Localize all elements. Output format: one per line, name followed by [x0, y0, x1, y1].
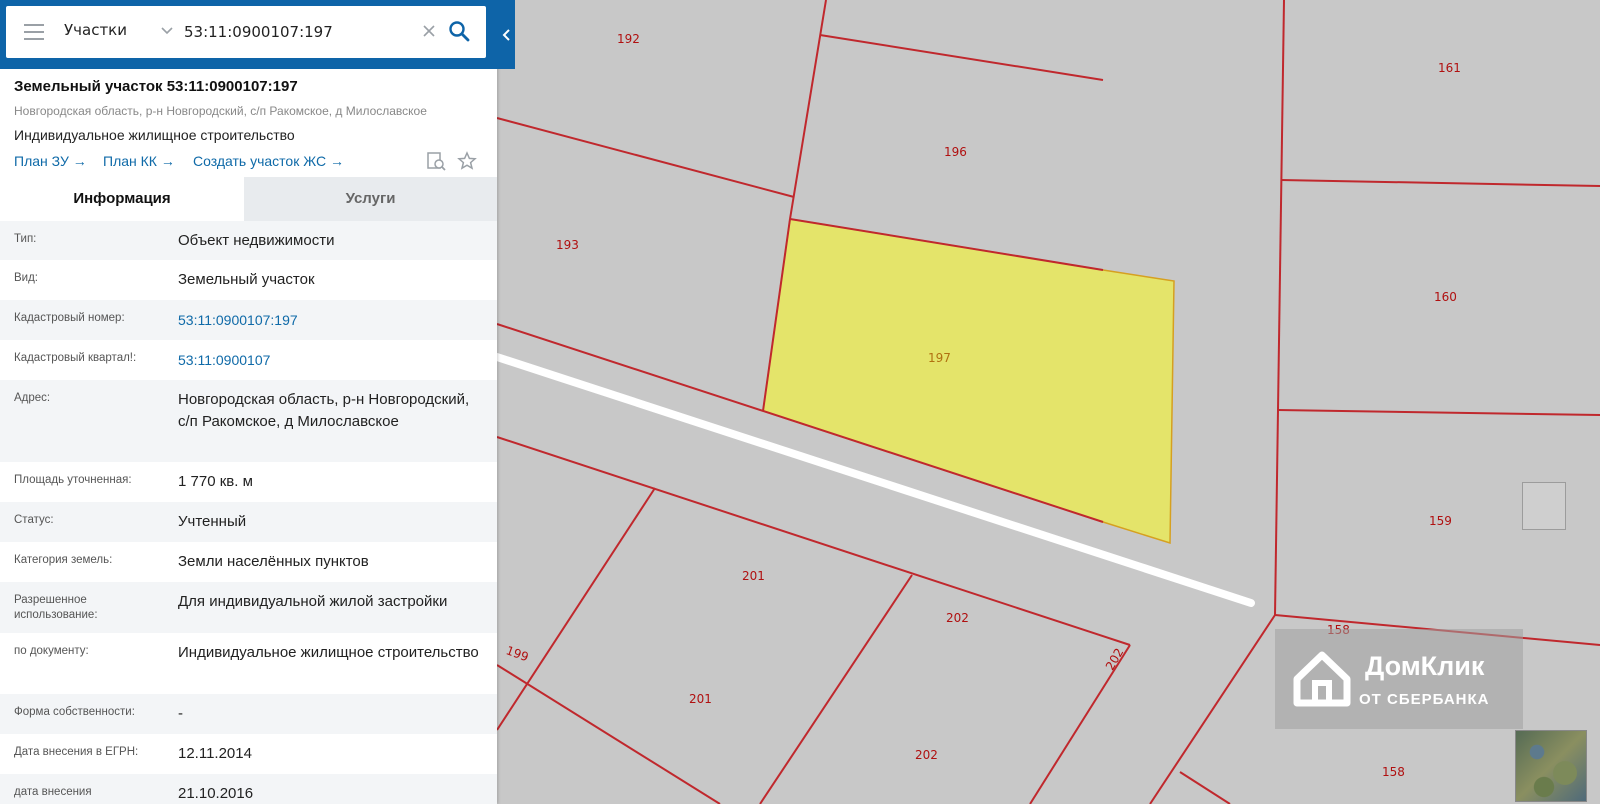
info-label: Разрешенное использование:: [14, 594, 98, 621]
info-value: 21.10.2016: [178, 785, 254, 802]
domklik-logo-icon: [1293, 651, 1351, 707]
info-row-egrn-date: Дата внесения в ЕГРН: 12.11.2014: [0, 734, 497, 774]
info-label: дата внесения: [14, 786, 92, 798]
info-value: Новгородская область, р-н Новгородский, …: [178, 391, 470, 430]
object-title: Земельный участок 53:11:0900107:197: [14, 78, 298, 95]
domklik-watermark: ДомКлик ОТ СБЕРБАНКА: [1275, 629, 1523, 729]
plan-kk-link[interactable]: План КК →: [103, 153, 175, 169]
document-search-icon[interactable]: [426, 151, 446, 171]
menu-icon[interactable]: [24, 24, 44, 40]
search-type-select[interactable]: Участки: [64, 21, 127, 39]
plot-label: 158: [1382, 765, 1405, 779]
watermark-subtitle: ОТ СБЕРБАНКА: [1359, 691, 1490, 708]
info-row-entry-date: дата внесения 21.10.2016: [0, 774, 497, 804]
clear-icon[interactable]: [422, 24, 436, 38]
collapse-panel-button[interactable]: [497, 0, 515, 69]
plot-label: 160: [1434, 290, 1457, 304]
plot-label: 201: [742, 569, 765, 583]
selected-plot-label: 197: [928, 351, 951, 365]
info-row-by-document: по документу: Индивидуальное жилищное ст…: [0, 633, 497, 694]
info-value: Индивидуальное жилищное строительство: [178, 644, 479, 661]
info-value: 12.11.2014: [178, 745, 252, 762]
info-panel: Земельный участок 53:11:0900107:197 Новг…: [0, 0, 497, 804]
info-label: Дата внесения в ЕГРН:: [14, 746, 139, 758]
info-table: Тип: Объект недвижимости Вид: Земельный …: [0, 221, 497, 804]
watermark-name: ДомКлик: [1365, 651, 1485, 681]
info-value: 1 770 кв. м: [178, 473, 253, 490]
info-row-status: Статус: Учтенный: [0, 502, 497, 542]
plot-label: 202: [915, 748, 938, 762]
info-label: Вид:: [14, 272, 38, 284]
info-label: Кадастровый квартал!:: [14, 352, 137, 364]
info-row-land-category: Категория земель: Земли населённых пункт…: [0, 542, 497, 582]
object-address: Новгородская область, р-н Новгородский, …: [14, 104, 427, 118]
info-row-kind: Вид: Земельный участок: [0, 260, 497, 300]
plot-label: 192: [617, 32, 640, 46]
cadastral-quarter-link[interactable]: 53:11:0900107: [178, 349, 483, 371]
info-row-area: Площадь уточненная: 1 770 кв. м: [0, 462, 497, 502]
info-value: -: [178, 705, 183, 722]
info-label: Статус:: [14, 514, 54, 526]
satellite-layer-toggle[interactable]: [1515, 730, 1587, 802]
tab-information[interactable]: Информация: [0, 177, 244, 221]
search-icon[interactable]: [448, 20, 470, 42]
info-row-cadastral-number: Кадастровый номер: 53:11:0900107:197: [0, 300, 497, 340]
info-label: Кадастровый номер:: [14, 312, 125, 324]
info-value: Объект недвижимости: [178, 232, 335, 249]
search-input[interactable]: [182, 19, 416, 45]
info-label: по документу:: [14, 645, 89, 657]
plot-label: 201: [689, 692, 712, 706]
plot-label: 202: [946, 611, 969, 625]
star-icon[interactable]: [457, 151, 477, 171]
plot-label: 196: [944, 145, 967, 159]
cadastral-number-link[interactable]: 53:11:0900107:197: [178, 309, 483, 331]
map-layer-button[interactable]: [1522, 482, 1566, 530]
search-box: Участки: [6, 6, 486, 58]
info-label: Адрес:: [14, 392, 51, 404]
plan-zu-link[interactable]: План ЗУ →: [14, 153, 87, 169]
info-row-ownership: Форма собственности: -: [0, 694, 497, 734]
info-label: Тип:: [14, 233, 37, 245]
panel-tabs: Информация Услуги: [0, 177, 497, 221]
info-label: Площадь уточненная:: [14, 474, 132, 486]
plot-label: 159: [1429, 514, 1452, 528]
plot-label: 161: [1438, 61, 1461, 75]
info-label: Форма собственности:: [14, 706, 135, 718]
create-parcel-link[interactable]: Создать участок ЖС →: [193, 153, 344, 169]
info-value: Земельный участок: [178, 271, 315, 288]
chevron-down-icon[interactable]: [160, 26, 174, 36]
info-value: Для индивидуальной жилой застройки: [178, 593, 448, 610]
tab-services[interactable]: Услуги: [244, 177, 497, 221]
info-row-permitted-use: Разрешенное использование: Для индивидуа…: [0, 582, 497, 633]
chevron-left-icon: [502, 28, 510, 41]
object-usage: Индивидуальное жилищное строительство: [14, 127, 295, 143]
info-value: Учтенный: [178, 513, 247, 530]
info-label: Категория земель:: [14, 554, 113, 566]
info-row-type: Тип: Объект недвижимости: [0, 221, 497, 260]
plot-label: 193: [556, 238, 579, 252]
info-row-address: Адрес: Новгородская область, р-н Новгоро…: [0, 380, 497, 462]
info-row-cadastral-quarter: Кадастровый квартал!: 53:11:0900107: [0, 340, 497, 380]
search-bar: Участки: [0, 0, 515, 69]
info-value: Земли населённых пунктов: [178, 553, 369, 570]
